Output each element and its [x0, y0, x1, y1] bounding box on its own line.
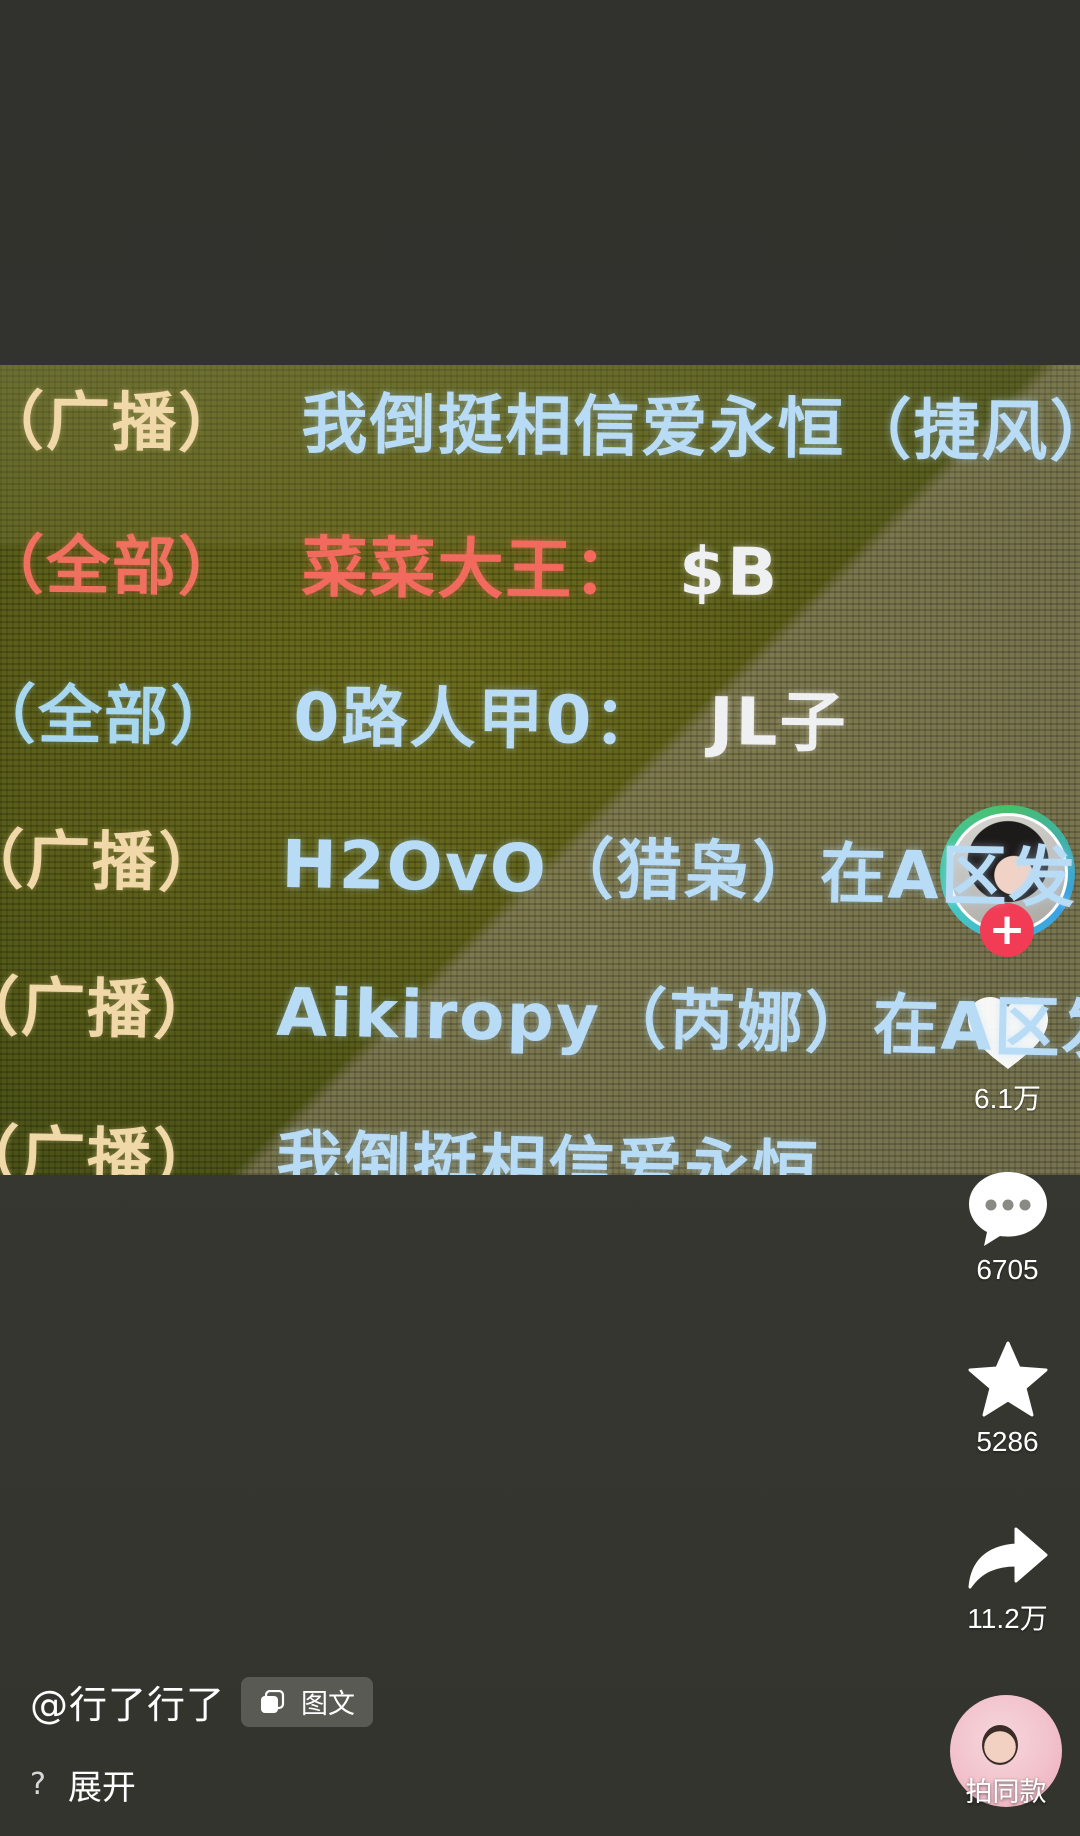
chat-line: （全部） 0路人甲0： JL子: [0, 660, 848, 765]
comment-bubble-icon: [968, 1172, 1047, 1246]
like-count: 6.1万: [974, 1083, 1041, 1114]
expand-row[interactable]: ? 展开: [30, 1760, 136, 1809]
favorite-count: 5286: [976, 1426, 1039, 1457]
chat-line: （广播） Aikiropy（芮娜）在A区发现: [0, 952, 1080, 1074]
chat-channel: （广播）: [0, 1118, 220, 1175]
share-count: 11.2万: [967, 1603, 1048, 1634]
chat-message: 菜菜大王：: [301, 529, 642, 610]
chat-message-tail: JL子: [708, 683, 848, 762]
favorite-button[interactable]: 5286: [940, 1340, 1075, 1458]
chat-channel: （广播）: [0, 385, 245, 462]
post-screen: （广播） 我倒挺相信爱永恒（捷风） （全部） 菜菜大王： $B （全部） 0路人…: [0, 0, 1080, 1836]
expand-button[interactable]: 展开: [68, 1760, 136, 1809]
chat-line: （全部） 菜菜大王： $B: [0, 511, 780, 615]
share-arrow-icon: [968, 1527, 1047, 1589]
chat-message-tail: $B: [678, 533, 780, 612]
chat-message: 0路人甲0：: [293, 678, 662, 760]
author-row: @行了行了 图文: [30, 1674, 374, 1729]
post-photo[interactable]: （广播） 我倒挺相信爱永恒（捷风） （全部） 菜菜大王： $B （全部） 0路人…: [0, 365, 1080, 1175]
same-template-label[interactable]: 拍同款: [950, 1770, 1062, 1809]
chat-message: 我倒挺相信爱永恒（捷风）: [301, 385, 1080, 471]
chat-message: Aikiropy（芮娜）在A区发现: [275, 973, 1080, 1071]
author-name[interactable]: @行了行了: [30, 1674, 225, 1729]
tag-label: 图文: [301, 1689, 356, 1720]
chat-message: 我倒挺相信爱永恒: [275, 1122, 822, 1175]
image-text-tag: 图文: [241, 1676, 374, 1727]
chat-channel: （全部）: [0, 678, 237, 756]
chat-channel: （广播）: [0, 823, 225, 902]
comment-count: 6705: [976, 1254, 1039, 1285]
share-button[interactable]: 11.2万: [940, 1525, 1075, 1637]
unknown-glyph-icon: ?: [30, 1767, 46, 1802]
chat-message: H2OvO（猎枭）在A区发: [280, 825, 1078, 917]
chat-line: （广播） H2OvO（猎枭）在A区发: [0, 805, 1078, 920]
chat-channel: （广播）: [0, 969, 220, 1050]
chat-line: （广播） 我倒挺相信爱永恒（捷风）: [0, 367, 1080, 475]
comment-button[interactable]: 6705: [940, 1168, 1075, 1286]
chat-channel: （全部）: [0, 528, 245, 606]
music-cover-image: [982, 1725, 1018, 1765]
image-text-icon: [261, 1689, 285, 1713]
star-icon: [968, 1341, 1047, 1417]
chat-line: （广播） 我倒挺相信爱永恒: [0, 1101, 821, 1175]
